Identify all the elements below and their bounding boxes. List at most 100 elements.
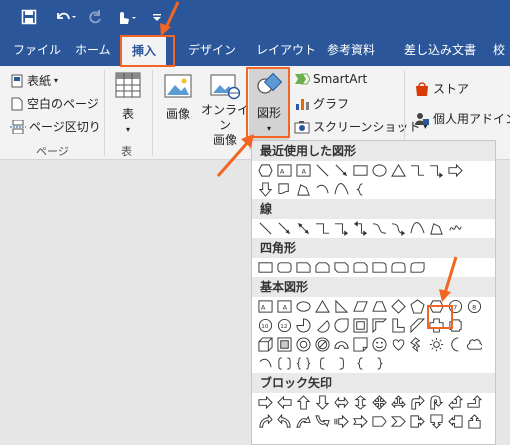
striped-right-arrow-shape-icon[interactable] — [332, 412, 351, 431]
freeform-shape-icon[interactable] — [294, 180, 313, 199]
down-arrow-callout-shape-icon[interactable] — [427, 412, 446, 431]
chevron-shape-icon[interactable] — [389, 412, 408, 431]
dodecagon-shape-icon[interactable]: 12 — [275, 316, 294, 335]
curved-up-arrow-shape-icon[interactable] — [294, 412, 313, 431]
bevel-shape-icon[interactable] — [275, 335, 294, 354]
screenshot-button[interactable]: スクリーンショット ▾ — [294, 118, 427, 135]
tab-references[interactable]: 参考資料 — [327, 34, 375, 66]
double-arrow-line-shape-icon[interactable] — [294, 219, 313, 238]
frame-shape-icon[interactable] — [351, 316, 370, 335]
tab-design[interactable]: デザイン — [188, 34, 236, 66]
line-shape-icon[interactable] — [256, 219, 275, 238]
tab-file[interactable]: ファイル — [13, 34, 61, 66]
left-right-up-arrow-shape-icon[interactable] — [389, 393, 408, 412]
decagon-shape-icon[interactable]: 10 — [256, 316, 275, 335]
notched-right-arrow-shape-icon[interactable] — [351, 412, 370, 431]
diamond-shape-icon[interactable] — [389, 297, 408, 316]
snip-corner-rectangle-shape-icon[interactable] — [294, 258, 313, 277]
save-icon[interactable] — [18, 6, 40, 28]
table-button[interactable]: 表 ▾ — [112, 72, 144, 137]
right-bracket-shape-icon[interactable] — [332, 354, 351, 373]
left-arrow-shape-icon[interactable] — [275, 393, 294, 412]
store-button[interactable]: ストア — [414, 80, 469, 97]
brace-shape-icon[interactable] — [351, 180, 370, 199]
curved-right-arrow-shape-icon[interactable] — [256, 412, 275, 431]
trapezoid-shape-icon[interactable] — [370, 297, 389, 316]
flowchart-shape-icon[interactable] — [275, 180, 294, 199]
curved-arrow-shape-icon[interactable] — [389, 219, 408, 238]
curved-connector-shape-icon[interactable] — [370, 219, 389, 238]
right-arrow-callout-shape-icon[interactable] — [408, 412, 427, 431]
redo-icon[interactable] — [86, 6, 104, 28]
undo-icon[interactable] — [52, 6, 78, 28]
left-brace-shape-icon[interactable] — [351, 354, 370, 373]
elbow-connector-shape-icon[interactable] — [313, 219, 332, 238]
double-bracket-shape-icon[interactable] — [275, 354, 294, 373]
triangle-shape-icon[interactable] — [313, 297, 332, 316]
round-same-side-rectangle-shape-icon[interactable] — [389, 258, 408, 277]
tab-home[interactable]: ホーム — [75, 34, 111, 66]
round-diagonal-rectangle-shape-icon[interactable] — [408, 258, 427, 277]
cube-shape-icon[interactable] — [256, 335, 275, 354]
diagonal-stripe-shape-icon[interactable] — [408, 316, 427, 335]
arrow-line-shape-icon[interactable] — [275, 219, 294, 238]
octagon-shape-icon[interactable]: 8 — [465, 297, 484, 316]
up-down-arrow-shape-icon[interactable] — [351, 393, 370, 412]
left-up-arrow-shape-icon[interactable] — [446, 393, 465, 412]
arrow-line-shape-icon[interactable] — [332, 161, 351, 180]
right-arrow-shape-icon[interactable] — [446, 161, 465, 180]
l-shape-icon[interactable] — [389, 316, 408, 335]
down-arrow-shape-icon[interactable] — [313, 393, 332, 412]
elbow-arrow-shape-icon[interactable] — [332, 219, 351, 238]
elbow-connector-shape-icon[interactable] — [408, 161, 427, 180]
moon-shape-icon[interactable] — [446, 335, 465, 354]
cloud-shape-icon[interactable] — [465, 335, 484, 354]
rounded-rectangle-shape-icon[interactable] — [275, 258, 294, 277]
curve-shape-icon[interactable] — [408, 219, 427, 238]
half-frame-shape-icon[interactable] — [370, 316, 389, 335]
donut-shape-icon[interactable] — [294, 335, 313, 354]
smartart-button[interactable]: SmartArt — [294, 72, 367, 86]
freeform-shape-icon[interactable] — [427, 219, 446, 238]
sun-shape-icon[interactable] — [427, 335, 446, 354]
rectangle-shape-icon[interactable] — [351, 161, 370, 180]
up-arrow-callout-shape-icon[interactable] — [465, 412, 484, 431]
curve-shape-icon[interactable] — [332, 180, 351, 199]
left-arrow-callout-shape-icon[interactable] — [446, 412, 465, 431]
double-brace-shape-icon[interactable] — [294, 354, 313, 373]
textbox-shape-icon[interactable]: A — [256, 297, 275, 316]
hexagon-shape-icon[interactable] — [256, 161, 275, 180]
snip-diagonal-rectangle-shape-icon[interactable] — [332, 258, 351, 277]
bent-arrow-shape-icon[interactable] — [408, 393, 427, 412]
tab-layout[interactable]: レイアウト — [256, 34, 316, 66]
page-break-button[interactable]: ページ区切り — [10, 118, 101, 135]
curved-left-arrow-shape-icon[interactable] — [275, 412, 294, 431]
right-triangle-shape-icon[interactable] — [332, 297, 351, 316]
right-brace-shape-icon[interactable] — [370, 354, 389, 373]
tab-review-partial[interactable]: 校 — [493, 34, 505, 66]
touch-mode-icon[interactable] — [112, 6, 140, 28]
arc-shape-icon[interactable] — [256, 354, 275, 373]
quad-arrow-shape-icon[interactable] — [370, 393, 389, 412]
parallelogram-shape-icon[interactable] — [351, 297, 370, 316]
heart-shape-icon[interactable] — [389, 335, 408, 354]
teardrop-shape-icon[interactable] — [332, 316, 351, 335]
round-single-corner-rectangle-shape-icon[interactable] — [370, 258, 389, 277]
vertical-textbox-shape-icon[interactable]: A — [275, 297, 294, 316]
down-arrow-shape-icon[interactable] — [256, 180, 275, 199]
bent-up-arrow-shape-icon[interactable] — [465, 393, 484, 412]
left-bracket-shape-icon[interactable] — [313, 354, 332, 373]
triangle-shape-icon[interactable] — [389, 161, 408, 180]
vertical-textbox-shape-icon[interactable]: A — [294, 161, 313, 180]
oval-shape-icon[interactable] — [370, 161, 389, 180]
blank-page-button[interactable]: 空白のページ — [10, 95, 99, 112]
my-addins-button[interactable]: 個人用アドイン — [414, 110, 510, 127]
pentagon-arrow-shape-icon[interactable] — [370, 412, 389, 431]
cover-page-button[interactable]: 表紙 ▾ — [10, 72, 58, 89]
folded-corner-shape-icon[interactable] — [351, 335, 370, 354]
picture-button[interactable]: 画像 — [160, 72, 196, 122]
left-right-arrow-shape-icon[interactable] — [332, 393, 351, 412]
block-arc-shape-icon[interactable] — [332, 335, 351, 354]
up-arrow-shape-icon[interactable] — [294, 393, 313, 412]
scribble-shape-icon[interactable] — [446, 219, 465, 238]
